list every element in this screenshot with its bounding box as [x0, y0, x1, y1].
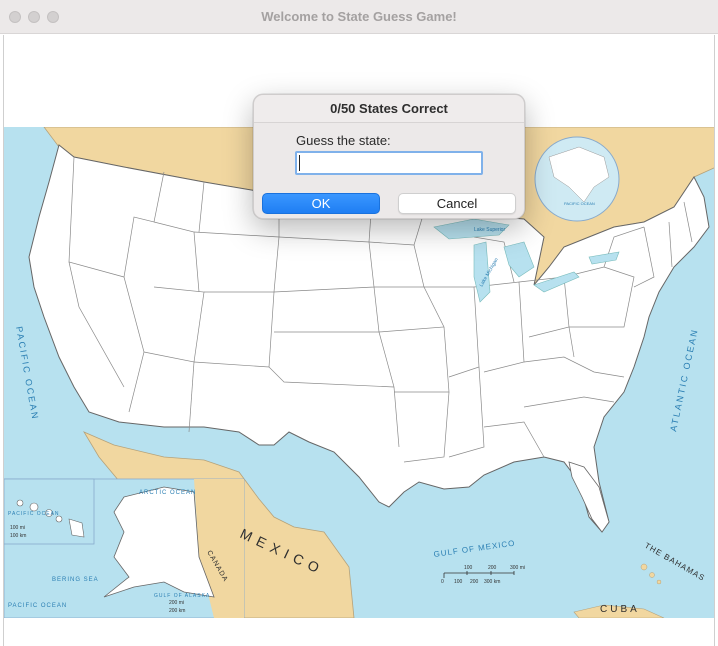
cuba-label: CUBA: [600, 604, 640, 615]
pacific-ocean-inset-label: PACIFIC OCEAN: [8, 603, 67, 609]
dialog-header: 0/50 States Correct: [254, 95, 524, 123]
scale-km-200: 200: [470, 579, 479, 585]
guess-dialog: 0/50 States Correct Guess the state: OK …: [253, 94, 525, 219]
scale-zero: 0: [441, 579, 444, 585]
alaska-scale-mi: 200 mi: [169, 600, 184, 606]
guess-prompt-label: Guess the state:: [296, 133, 391, 148]
scale-mi-100: 100: [464, 565, 473, 571]
bering-sea-label: BERING SEA: [52, 577, 99, 583]
pacific-ocean-globe-label: PACIFIC OCEAN: [564, 201, 595, 206]
scale-mi-300: 300 mi: [510, 565, 525, 571]
arctic-ocean-label: ARCTIC OCEAN: [139, 490, 196, 496]
ok-button[interactable]: OK: [262, 193, 380, 214]
dialog-title: 0/50 States Correct: [330, 101, 448, 116]
scale-mi-200: 200: [488, 565, 497, 571]
guess-input[interactable]: [295, 151, 483, 175]
scale-km-300: 300 km: [484, 579, 500, 585]
window-title: Welcome to State Guess Game!: [261, 9, 457, 24]
window-titlebar: Welcome to State Guess Game!: [0, 0, 718, 34]
hawaii-scale-mi: 100 mi: [10, 525, 25, 531]
alaska-scale-km: 200 km: [169, 608, 185, 614]
lake-superior-label: Lake Superior: [474, 227, 505, 233]
text-caret: [299, 155, 300, 171]
gulf-of-alaska-label: GULF OF ALASKA: [154, 593, 210, 599]
scale-km-100: 100: [454, 579, 463, 585]
hawaii-scale-km: 100 km: [10, 533, 26, 539]
pacific-ocean-hawaii-label: PACIFIC OCEAN: [8, 511, 60, 517]
cancel-button[interactable]: Cancel: [398, 193, 516, 214]
